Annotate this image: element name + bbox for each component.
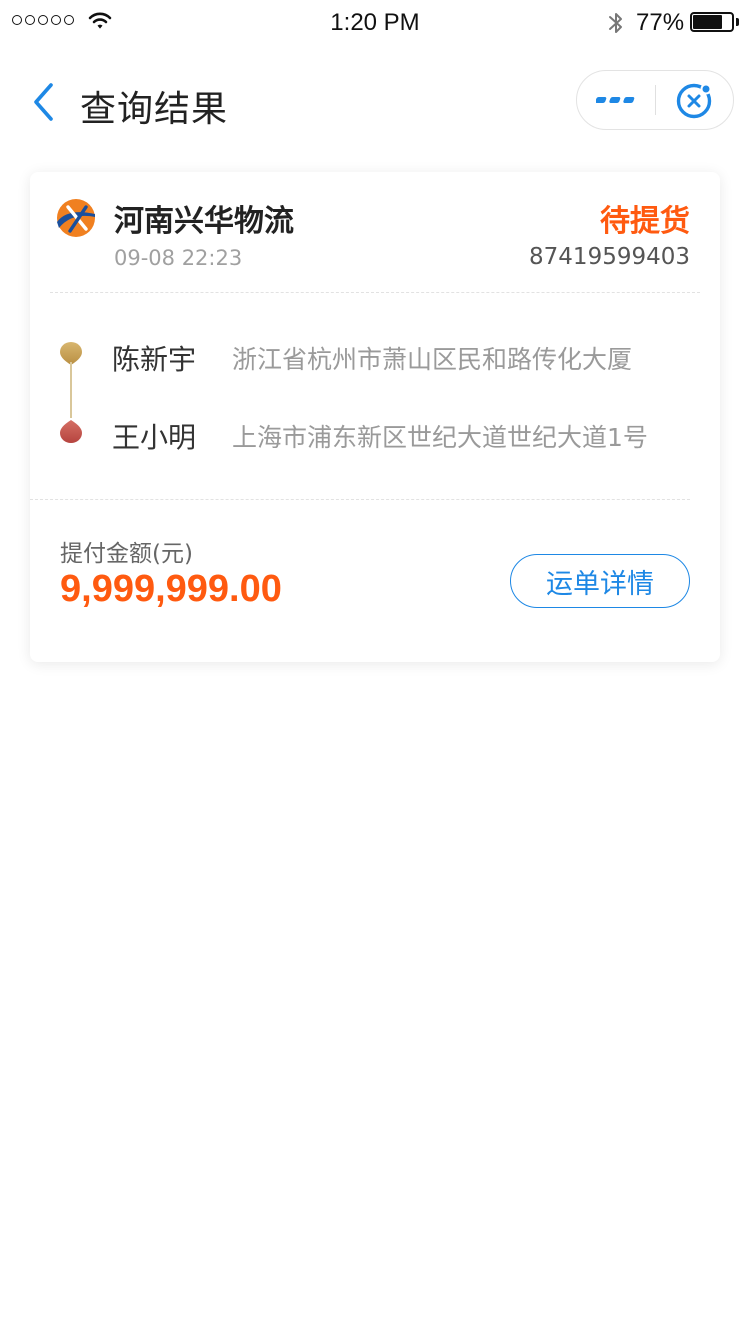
battery-icon: [690, 12, 739, 32]
mini-program-capsule: [576, 70, 734, 130]
amount-label: 提付金额(元): [60, 541, 193, 567]
company-name: 河南兴华物流: [114, 204, 294, 239]
card-divider: [30, 499, 690, 500]
order-number: 87419599403: [529, 244, 690, 270]
close-button[interactable]: [656, 71, 734, 129]
receiver-address: 上海市浦东新区世纪大道世纪大道1号: [232, 423, 648, 452]
route-connector: [70, 362, 72, 418]
sender-name: 陈新宇: [112, 343, 197, 376]
battery-percent: 77%: [636, 9, 685, 36]
card-divider: [50, 292, 700, 293]
status-badge: 待提货: [600, 204, 690, 239]
page-title: 查询结果: [80, 89, 229, 130]
close-circle-icon: [676, 83, 712, 119]
status-bar: 1:20 PM 77%: [0, 0, 750, 44]
bluetooth-icon: [609, 13, 622, 33]
more-button[interactable]: [577, 71, 655, 129]
more-icon: [596, 97, 635, 103]
company-logo-icon: [57, 199, 95, 237]
nav-bar: 查询结果: [0, 60, 750, 144]
sender-address: 浙江省杭州市萧山区民和路传化大厦: [232, 345, 633, 374]
battery-level-fill: [693, 15, 723, 29]
destination-marker-icon: [60, 420, 82, 443]
waybill-detail-button[interactable]: 运单详情: [510, 554, 690, 608]
back-arrow-icon: [34, 83, 53, 121]
amount-value: 9,999,999.00: [60, 568, 282, 610]
shipment-card[interactable]: 河南兴华物流 待提货 09-08 22:23 87419599403 陈新宇 浙…: [30, 172, 720, 662]
order-time: 09-08 22:23: [114, 246, 243, 270]
receiver-name: 王小明: [112, 421, 197, 454]
back-button[interactable]: [24, 80, 64, 124]
